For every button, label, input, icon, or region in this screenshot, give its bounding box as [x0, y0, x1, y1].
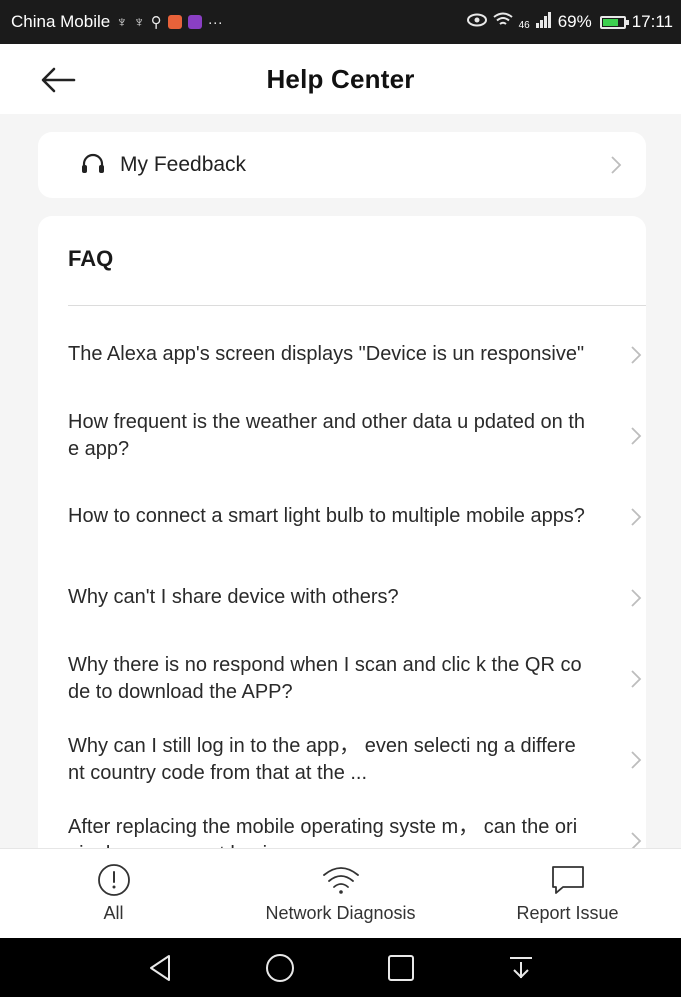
signal-icon — [535, 11, 552, 33]
chevron-right-icon — [630, 749, 644, 771]
battery-icon — [599, 15, 629, 29]
chevron-right-icon — [610, 154, 624, 176]
usb-icon: ♆ — [116, 13, 128, 31]
faq-item[interactable]: Why can't I share device with others? — [68, 557, 646, 638]
battery-percent: 69% — [557, 12, 592, 31]
eye-comfort-icon — [466, 13, 487, 31]
search-notification-icon: ⚲ — [150, 14, 162, 31]
faq-item[interactable]: How frequent is the weather and other da… — [68, 395, 646, 476]
video-notification-icon — [187, 15, 202, 29]
network-diagnosis-label: Network Diagnosis — [265, 903, 416, 923]
app-notification-icon — [167, 15, 182, 29]
chevron-right-icon — [630, 506, 644, 528]
faq-list: The Alexa app's screen displays "Device … — [68, 314, 646, 856]
chevron-right-icon — [630, 587, 644, 609]
pull-down-icon — [509, 956, 532, 978]
system-nav-bar — [0, 938, 681, 997]
status-bar: China Mobile ♆ ♆ ⚲ ··· 46 69% 17:11 — [0, 0, 681, 44]
nav-notification-pull-button[interactable] — [501, 948, 541, 988]
all-button[interactable]: All — [0, 849, 227, 938]
back-button[interactable] — [40, 63, 84, 97]
faq-item[interactable]: Why can I still log in to the app， even … — [68, 719, 646, 800]
clock: 17:11 — [631, 12, 673, 31]
carrier-name: China Mobile — [11, 12, 111, 31]
nav-recents-button[interactable] — [381, 948, 421, 988]
headset-icon — [80, 152, 106, 178]
faq-question: How to connect a smart light bulb to mul… — [68, 505, 585, 527]
faq-question: Why there is no respond when I scan and … — [68, 653, 582, 703]
chevron-right-icon — [630, 344, 644, 366]
faq-question: Why can't I share device with others? — [68, 586, 399, 608]
chevron-right-icon — [630, 425, 644, 447]
exclamation-circle-icon — [97, 863, 131, 897]
wifi-status-icon — [492, 12, 513, 33]
app-header: Help Center — [0, 44, 681, 114]
battery-fill — [602, 18, 618, 26]
triangle-back-icon — [150, 954, 171, 981]
nav-home-button[interactable] — [260, 948, 300, 988]
status-bar-left: China Mobile ♆ ♆ ⚲ ··· — [11, 12, 223, 32]
bottom-action-bar: All Network Diagnosis Report Issue — [0, 848, 681, 938]
all-label: All — [103, 903, 124, 923]
network-type: 46 — [518, 19, 530, 31]
arrow-left-icon — [41, 67, 76, 93]
more-notifications-icon: ··· — [207, 13, 223, 31]
faq-item[interactable]: The Alexa app's screen displays "Device … — [68, 314, 646, 395]
faq-divider — [68, 305, 646, 306]
page-title: Help Center — [266, 63, 415, 94]
wifi-icon — [322, 863, 360, 897]
faq-heading: FAQ — [68, 246, 114, 271]
faq-card: FAQ The Alexa app's screen displays "Dev… — [38, 216, 646, 856]
square-recents-icon — [387, 954, 414, 981]
my-feedback-row[interactable]: My Feedback — [38, 132, 646, 198]
network-diagnosis-button[interactable]: Network Diagnosis — [227, 849, 454, 938]
faq-question: Why can I still log in to the app， even … — [68, 734, 576, 784]
circle-home-icon — [266, 953, 295, 982]
faq-item[interactable]: How to connect a smart light bulb to mul… — [68, 476, 646, 557]
usb-icon-2: ♆ — [133, 13, 145, 31]
nav-back-button[interactable] — [140, 948, 180, 988]
report-issue-label: Report Issue — [516, 903, 619, 923]
help-center-screen: China Mobile ♆ ♆ ⚲ ··· 46 69% 17:11 Help… — [0, 0, 681, 997]
faq-item[interactable]: Why there is no respond when I scan and … — [68, 638, 646, 719]
faq-question: The Alexa app's screen displays "Device … — [68, 343, 585, 365]
status-bar-right: 46 69% 17:11 — [466, 11, 673, 33]
chevron-right-icon — [630, 668, 644, 690]
report-issue-button[interactable]: Report Issue — [454, 849, 681, 938]
chat-bubble-icon — [550, 863, 586, 897]
my-feedback-label: My Feedback — [120, 153, 247, 176]
faq-question: How frequent is the weather and other da… — [68, 410, 586, 460]
